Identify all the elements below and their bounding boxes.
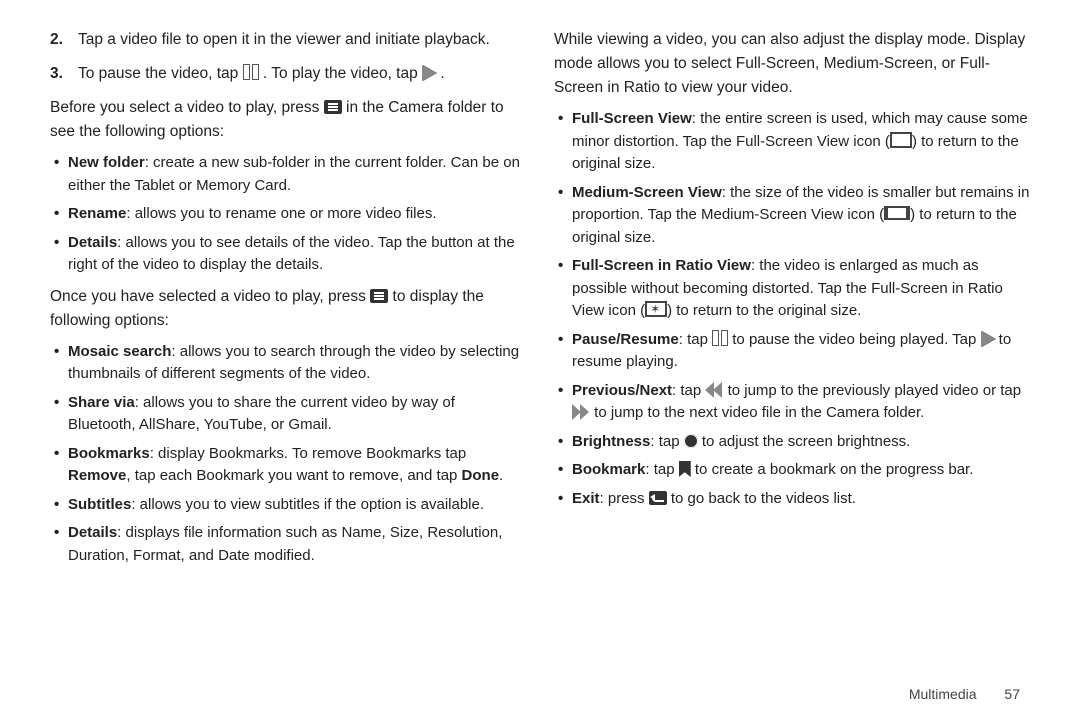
page-number: 57 xyxy=(1004,686,1020,702)
list-item: Pause/Resume: tap to pause the video bei… xyxy=(554,329,1030,374)
list-item: Bookmarks: display Bookmarks. To remove … xyxy=(50,443,526,488)
next-icon xyxy=(572,404,590,420)
brightness-icon xyxy=(684,434,698,448)
list-item: Details: allows you to see details of th… xyxy=(50,232,526,277)
medium-screen-icon xyxy=(884,206,910,220)
step-3: 3. To pause the video, tap . To play the… xyxy=(50,62,526,86)
step-number: 3. xyxy=(50,62,78,86)
before-paragraph: Before you select a video to play, press… xyxy=(50,96,526,144)
step-2: 2. Tap a video file to open it in the vi… xyxy=(50,28,526,52)
fullscreen-icon xyxy=(890,132,912,148)
list-item: Rename: allows you to rename one or more… xyxy=(50,203,526,226)
bookmark-icon xyxy=(679,461,691,477)
list-item: Full-Screen View: the entire screen is u… xyxy=(554,108,1030,176)
list-item: Previous/Next: tap to jump to the previo… xyxy=(554,380,1030,425)
menu-icon xyxy=(324,100,342,114)
step-number: 2. xyxy=(50,28,78,52)
ratio-icon xyxy=(645,301,667,317)
display-mode-options: Full-Screen View: the entire screen is u… xyxy=(554,108,1030,510)
list-item: Share via: allows you to share the curre… xyxy=(50,392,526,437)
list-item: Medium-Screen View: the size of the vide… xyxy=(554,182,1030,250)
playing-options: Mosaic search: allows you to search thro… xyxy=(50,341,526,568)
display-mode-intro: While viewing a video, you can also adju… xyxy=(554,28,1030,100)
previous-icon xyxy=(705,382,723,398)
page-footer: Multimedia 57 xyxy=(909,686,1020,702)
pause-icon xyxy=(712,330,728,346)
list-item: Details: displays file information such … xyxy=(50,522,526,567)
list-item: New folder: create a new sub-folder in t… xyxy=(50,152,526,197)
menu-icon xyxy=(370,289,388,303)
list-item: Brightness: tap to adjust the screen bri… xyxy=(554,431,1030,454)
list-item: Exit: press to go back to the videos lis… xyxy=(554,488,1030,511)
left-column: 2. Tap a video file to open it in the vi… xyxy=(50,28,526,700)
right-column: While viewing a video, you can also adju… xyxy=(554,28,1030,700)
pause-icon xyxy=(243,64,259,80)
list-item: Full-Screen in Ratio View: the video is … xyxy=(554,255,1030,323)
list-item: Subtitles: allows you to view subtitles … xyxy=(50,494,526,517)
play-icon xyxy=(422,65,436,81)
back-icon xyxy=(649,491,667,505)
list-item: Mosaic search: allows you to search thro… xyxy=(50,341,526,386)
section-name: Multimedia xyxy=(909,686,977,702)
pre-play-options: New folder: create a new sub-folder in t… xyxy=(50,152,526,277)
manual-page: 2. Tap a video file to open it in the vi… xyxy=(0,0,1080,720)
play-icon xyxy=(981,331,995,347)
step-text: Tap a video file to open it in the viewe… xyxy=(78,28,526,52)
list-item: Bookmark: tap to create a bookmark on th… xyxy=(554,459,1030,482)
step-text: To pause the video, tap . To play the vi… xyxy=(78,62,526,86)
once-paragraph: Once you have selected a video to play, … xyxy=(50,285,526,333)
